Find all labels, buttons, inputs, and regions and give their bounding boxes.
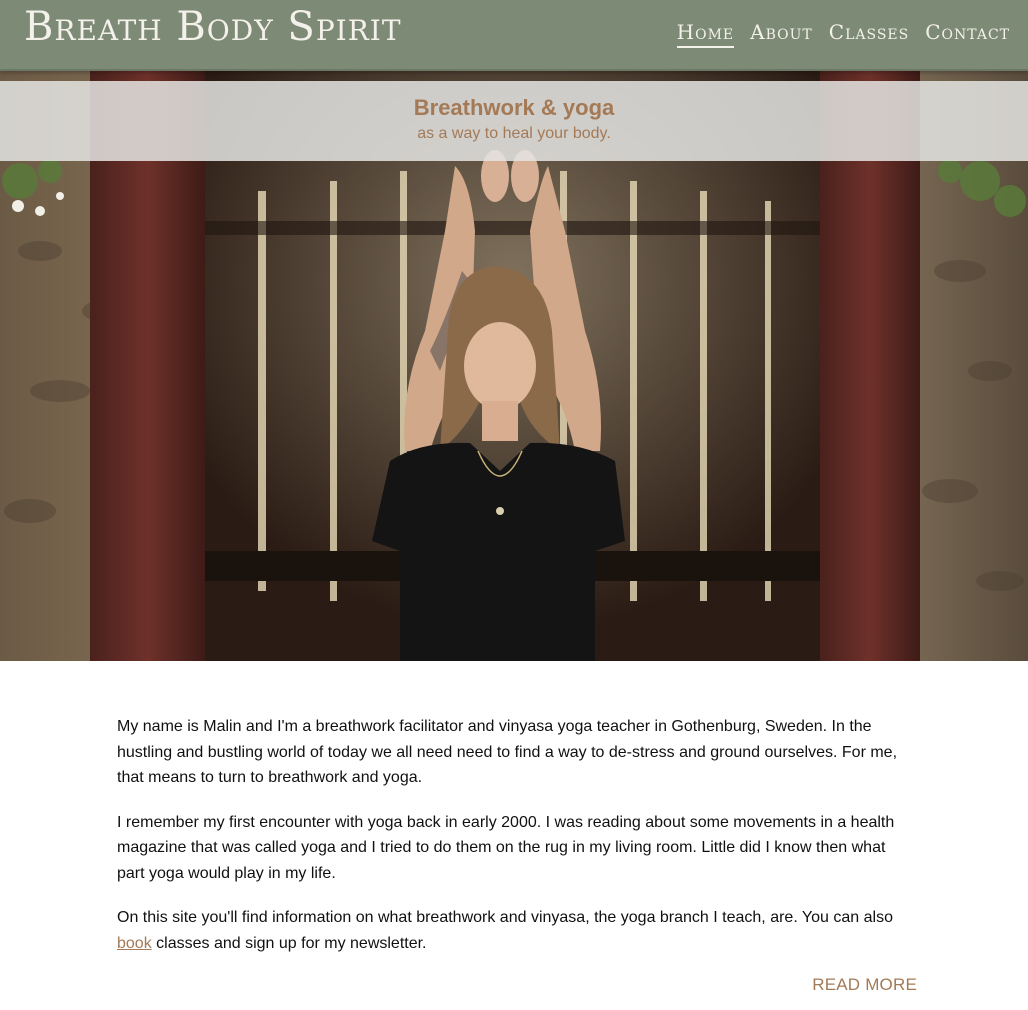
hero-section: Breathwork & yoga as a way to heal your … xyxy=(0,71,1028,661)
read-more-link[interactable]: READ MORE xyxy=(812,975,917,995)
nav-classes[interactable]: Classes xyxy=(829,20,909,48)
site-logo[interactable]: Breath Body Spirit xyxy=(24,4,402,50)
intro-paragraph-1: My name is Malin and I'm a breathwork fa… xyxy=(117,718,898,786)
paragraph-3-text-after: classes and sign up for my newsletter. xyxy=(151,934,427,952)
hero-subtitle: as a way to heal your body. xyxy=(417,125,611,142)
intro-content: My name is Malin and I'm a breathwork fa… xyxy=(117,714,917,975)
nav-contact[interactable]: Contact xyxy=(925,20,1010,48)
book-link[interactable]: book xyxy=(117,935,152,952)
intro-paragraph-3: On this site you'll find information on … xyxy=(117,905,917,956)
hero-title: Breathwork & yoga xyxy=(413,95,615,120)
paragraph-3-text-before: On this site you'll find information on … xyxy=(117,909,893,926)
site-header: Breath Body Spirit Home About Classes Co… xyxy=(0,0,1028,71)
nav-home[interactable]: Home xyxy=(676,20,735,48)
main-nav: Home About Classes Contact xyxy=(676,20,1010,48)
nav-about[interactable]: About xyxy=(750,20,813,48)
hero-tagline-banner: Breathwork & yoga as a way to heal your … xyxy=(0,81,1028,161)
intro-paragraph-2: I remember my first encounter with yoga … xyxy=(117,813,895,882)
